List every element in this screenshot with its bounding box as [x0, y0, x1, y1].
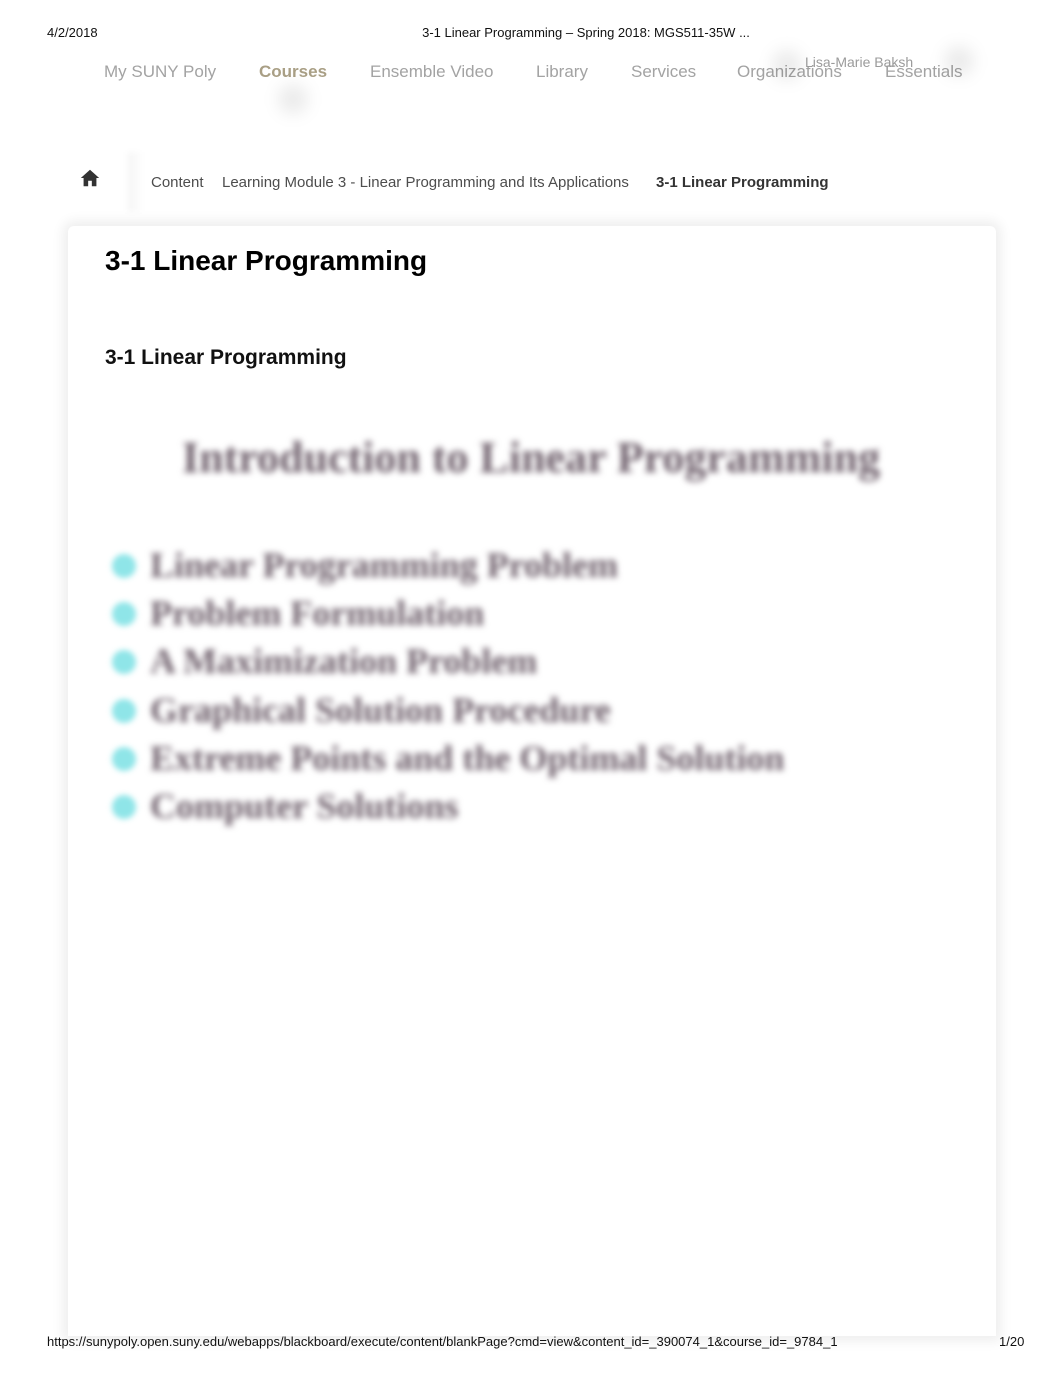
nav-my-suny-poly[interactable]: My SUNY Poly: [104, 62, 216, 82]
bullet-icon: [112, 747, 136, 771]
bullet-text: Extreme Points and the Optimal Solution: [150, 738, 785, 778]
print-page-title: 3-1 Linear Programming – Spring 2018: MG…: [422, 25, 750, 40]
bullet-icon: [112, 795, 136, 819]
print-page-number: 1/20: [999, 1334, 1025, 1349]
bullet-text: Problem Formulation: [150, 593, 485, 633]
content-item-title: 3-1 Linear Programming: [105, 346, 347, 369]
bullet-icon: [112, 602, 136, 626]
breadcrumb-current: 3-1 Linear Programming: [656, 174, 829, 191]
bullet-text: Graphical Solution Procedure: [150, 690, 611, 730]
courses-active-indicator: [278, 84, 308, 114]
nav-courses[interactable]: Courses: [259, 62, 327, 82]
breadcrumb-divider: [128, 152, 144, 212]
notifications-icon[interactable]: [944, 46, 974, 76]
bullet-text: Computer Solutions: [150, 786, 459, 826]
print-url: https://sunypoly.open.suny.edu/webapps/b…: [47, 1334, 838, 1349]
nav-ensemble-video[interactable]: Ensemble Video: [370, 62, 494, 82]
user-avatar[interactable]: [772, 50, 802, 80]
user-menu-name[interactable]: Lisa-Marie Baksh: [805, 54, 913, 70]
bullet-icon: [112, 699, 136, 723]
slide-title: Introduction to Linear Programming: [182, 433, 880, 482]
bullet-text: Linear Programming Problem: [150, 545, 618, 585]
bullet-icon: [112, 554, 136, 578]
breadcrumb-learning-module[interactable]: Learning Module 3 - Linear Programming a…: [222, 174, 629, 191]
nav-services[interactable]: Services: [631, 62, 696, 82]
bullet-text: A Maximization Problem: [150, 641, 538, 681]
home-icon[interactable]: [79, 167, 101, 189]
page-title: 3-1 Linear Programming: [105, 245, 428, 276]
bullet-icon: [112, 650, 136, 674]
nav-library[interactable]: Library: [536, 62, 588, 82]
breadcrumb-content[interactable]: Content: [151, 174, 204, 191]
